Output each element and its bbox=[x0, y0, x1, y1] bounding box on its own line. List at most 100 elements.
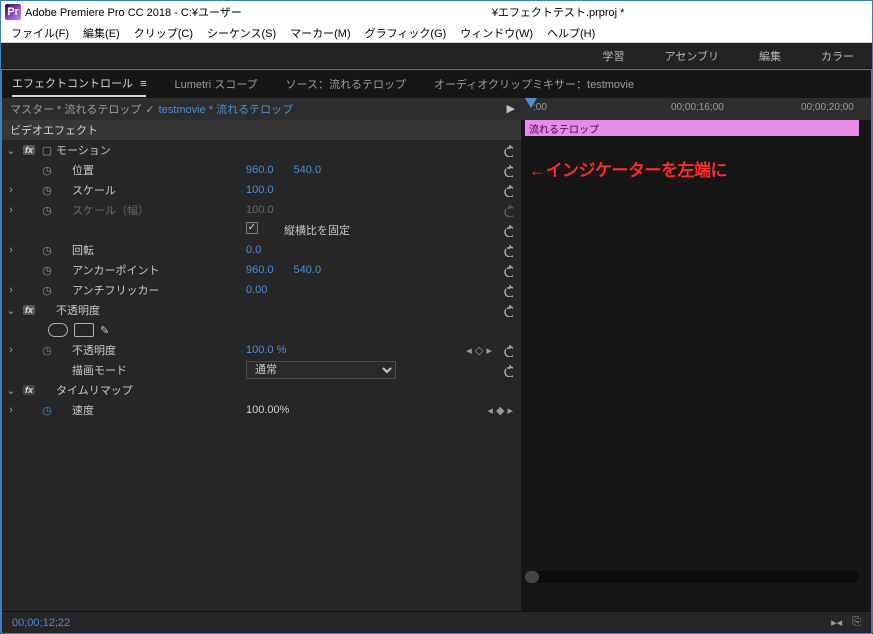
workspace-bar: 学習 アセンブリ 編集 カラー bbox=[1, 43, 872, 69]
fx-badge-icon[interactable]: fx bbox=[23, 305, 35, 315]
reset-icon[interactable] bbox=[500, 344, 513, 357]
master-clip-label: マスター * 流れるテロップ bbox=[10, 101, 141, 117]
workspace-edit[interactable]: 編集 bbox=[755, 44, 785, 68]
twirl-icon[interactable]: › bbox=[2, 344, 20, 356]
prop-scale-width: › ◷ スケール（幅） 100.0 bbox=[2, 200, 521, 220]
menu-file[interactable]: ファイル(F) bbox=[5, 23, 75, 43]
twirl-icon[interactable]: › bbox=[2, 184, 20, 196]
tab-audio-clip-mixer[interactable]: オーディオクリップミキサー：testmovie bbox=[434, 72, 634, 96]
menubar: ファイル(F) 編集(E) クリップ(C) シーケンス(S) マーカー(M) グ… bbox=[1, 23, 872, 43]
reset-icon[interactable] bbox=[500, 224, 513, 237]
menu-window[interactable]: ウィンドウ(W) bbox=[454, 23, 539, 43]
reset-icon[interactable] bbox=[500, 144, 513, 157]
effect-motion[interactable]: ⌄ fx ▢ モーション bbox=[2, 140, 521, 160]
antiflicker-value[interactable]: 0.00 bbox=[246, 284, 267, 296]
menu-edit[interactable]: 編集(E) bbox=[77, 23, 126, 43]
app-icon: Pr bbox=[5, 4, 21, 20]
prop-uniform-scale: 縦横比を固定 bbox=[2, 220, 521, 240]
twirl-icon[interactable]: › bbox=[2, 404, 20, 416]
menu-sequence[interactable]: シーケンス(S) bbox=[201, 23, 282, 43]
current-timecode[interactable]: 00;00;12;22 bbox=[12, 617, 70, 629]
mask-pen-icon[interactable]: ✎ bbox=[100, 324, 109, 337]
stopwatch-icon[interactable]: ◷ bbox=[38, 264, 56, 277]
prop-position: ◷ 位置 960.0540.0 bbox=[2, 160, 521, 180]
reset-icon bbox=[500, 204, 513, 217]
uniform-scale-checkbox[interactable] bbox=[246, 222, 258, 234]
reset-icon[interactable] bbox=[500, 284, 513, 297]
menu-marker[interactable]: マーカー(M) bbox=[284, 23, 357, 43]
twirl-icon[interactable]: ⌄ bbox=[2, 144, 20, 157]
reset-icon[interactable] bbox=[500, 264, 513, 277]
workspace-color[interactable]: カラー bbox=[817, 44, 858, 68]
panel-footer: 00;00;12;22 ▸◂ ⎘ bbox=[2, 611, 871, 633]
panel-menu-icon[interactable]: ≡ bbox=[140, 78, 146, 90]
effect-time-remap[interactable]: ⌄ fx タイムリマップ bbox=[2, 380, 521, 400]
keyframe-nav[interactable]: ◂ ◆ ▸ bbox=[487, 404, 513, 417]
menu-clip[interactable]: クリップ(C) bbox=[128, 23, 199, 43]
clip-bar[interactable]: 流れるテロップ bbox=[525, 120, 859, 136]
workspace-learn[interactable]: 学習 bbox=[599, 44, 629, 68]
horizontal-scrollbar[interactable] bbox=[525, 571, 859, 583]
window-title-a: Adobe Premiere Pro CC 2018 - C:¥ユーザー bbox=[25, 4, 242, 20]
panel-tabs: エフェクトコントロール ≡ Lumetri スコープ ソース：流れるテロップ オ… bbox=[2, 70, 871, 98]
keyframe-nav[interactable]: ◂ ◇ ▸ bbox=[466, 344, 513, 357]
window-titlebar: Pr Adobe Premiere Pro CC 2018 - C:¥ユーザー … bbox=[1, 1, 872, 23]
fx-badge-icon[interactable]: fx bbox=[23, 385, 35, 395]
prop-rotation: › ◷ 回転 0.0 bbox=[2, 240, 521, 260]
annotation-text: ←インジケーターを左端に bbox=[529, 156, 727, 181]
speed-value[interactable]: 100.00% bbox=[246, 404, 289, 416]
export-icon[interactable]: ⎘ bbox=[852, 616, 861, 629]
menu-help[interactable]: ヘルプ(H) bbox=[541, 23, 601, 43]
stopwatch-icon[interactable]: ◷ bbox=[38, 164, 56, 177]
opacity-value[interactable]: 100.0 % bbox=[246, 344, 286, 356]
rotation-value[interactable]: 0.0 bbox=[246, 244, 261, 256]
timecode-label: :00 bbox=[533, 102, 547, 113]
workspace-assembly[interactable]: アセンブリ bbox=[661, 44, 723, 68]
stopwatch-icon[interactable]: ◷ bbox=[38, 284, 56, 297]
transform-box-icon: ▢ bbox=[38, 144, 56, 157]
timecode-label: 00;00;20;00 bbox=[801, 102, 854, 113]
property-list: マスター * 流れるテロップ ✓ testmovie * 流れるテロップ ▶ ビ… bbox=[2, 98, 521, 611]
stopwatch-icon[interactable]: ◷ bbox=[38, 404, 56, 417]
stopwatch-icon[interactable]: ◷ bbox=[38, 184, 56, 197]
blend-mode-select[interactable]: 通常 bbox=[246, 361, 396, 379]
tab-source[interactable]: ソース：流れるテロップ bbox=[286, 72, 406, 96]
reset-icon[interactable] bbox=[500, 364, 513, 377]
reset-icon[interactable] bbox=[500, 164, 513, 177]
tab-effect-controls[interactable]: エフェクトコントロール ≡ bbox=[12, 71, 146, 97]
anchor-x-value[interactable]: 960.0 bbox=[246, 264, 274, 276]
twirl-icon[interactable]: › bbox=[2, 284, 20, 296]
clip-instance-link[interactable]: testmovie * 流れるテロップ bbox=[159, 101, 293, 117]
twirl-icon[interactable]: ⌄ bbox=[2, 304, 20, 317]
time-ruler[interactable]: :00 00;00;16;00 00;00;20;00 bbox=[521, 98, 871, 120]
prop-scale: › ◷ スケール 100.0 bbox=[2, 180, 521, 200]
prop-blend-mode: 描画モード 通常 bbox=[2, 360, 521, 380]
position-x-value[interactable]: 960.0 bbox=[246, 164, 274, 176]
zoom-scroll-icon[interactable]: ▸◂ bbox=[831, 616, 842, 629]
fx-badge-icon[interactable]: fx bbox=[23, 145, 35, 155]
reset-icon[interactable] bbox=[500, 244, 513, 257]
menu-graphic[interactable]: グラフィック(G) bbox=[359, 23, 453, 43]
reset-icon[interactable] bbox=[500, 304, 513, 317]
timecode-label: 00;00;16;00 bbox=[671, 102, 724, 113]
reset-icon[interactable] bbox=[500, 184, 513, 197]
stopwatch-icon[interactable]: ◷ bbox=[38, 244, 56, 257]
mask-ellipse-icon[interactable] bbox=[48, 323, 68, 337]
stopwatch-icon[interactable]: ◷ bbox=[38, 344, 56, 357]
anchor-y-value[interactable]: 540.0 bbox=[294, 264, 322, 276]
prop-antiflicker: › ◷ アンチフリッカー 0.00 bbox=[2, 280, 521, 300]
window-title-b: ¥エフェクトテスト.prproj * bbox=[492, 4, 625, 20]
effect-timeline[interactable]: :00 00;00;16;00 00;00;20;00 流れるテロップ ←インジ… bbox=[521, 98, 871, 611]
scale-value[interactable]: 100.0 bbox=[246, 184, 274, 196]
position-y-value[interactable]: 540.0 bbox=[294, 164, 322, 176]
tab-lumetri-scopes[interactable]: Lumetri スコープ bbox=[174, 72, 257, 96]
play-icon[interactable]: ▶ bbox=[507, 102, 515, 115]
effect-opacity[interactable]: ⌄ fx 不透明度 bbox=[2, 300, 521, 320]
prop-speed: › ◷ 速度 100.00% ◂ ◆ ▸ bbox=[2, 400, 521, 420]
master-clip-row: マスター * 流れるテロップ ✓ testmovie * 流れるテロップ ▶ bbox=[2, 98, 521, 120]
prop-anchor-point: ◷ アンカーポイント 960.0540.0 bbox=[2, 260, 521, 280]
scrollbar-thumb[interactable] bbox=[525, 571, 539, 583]
twirl-icon[interactable]: ⌄ bbox=[2, 384, 20, 397]
twirl-icon[interactable]: › bbox=[2, 244, 20, 256]
mask-rectangle-icon[interactable] bbox=[74, 323, 94, 337]
